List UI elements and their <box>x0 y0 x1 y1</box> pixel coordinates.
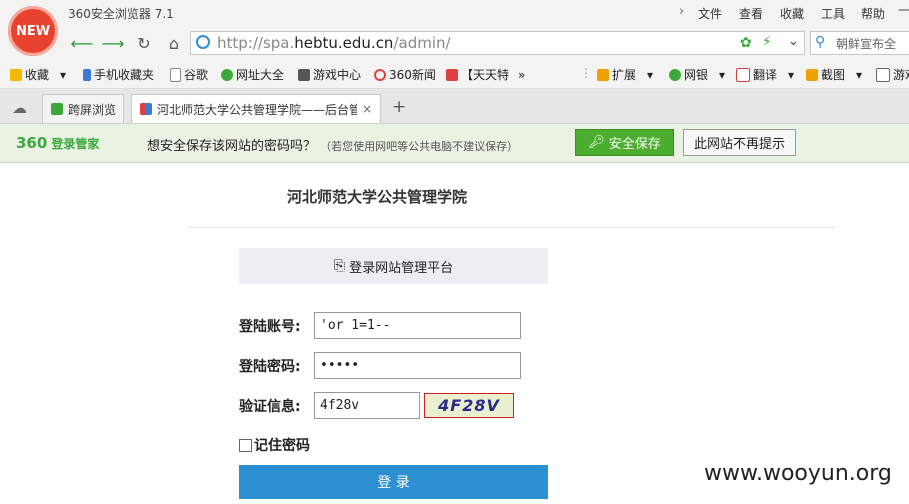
remember-password[interactable]: 记住密码 <box>239 435 310 455</box>
password-label: 登陆密码: <box>239 359 301 375</box>
tab-cross-screen[interactable]: 跨屏浏览 <box>42 94 124 123</box>
menu-view[interactable]: 查看 <box>739 5 763 22</box>
cross-screen-icon <box>51 103 63 115</box>
menu-favorites[interactable]: 收藏 <box>780 5 804 22</box>
phone-icon <box>83 68 91 81</box>
bookmark-translate[interactable]: 翻译 ▾ <box>736 66 794 83</box>
scissors-icon <box>806 68 818 81</box>
bookmark-favorites[interactable]: 收藏 ▾ <box>10 66 66 83</box>
site-icon <box>196 35 210 49</box>
login-icon: ⎘ <box>333 258 346 274</box>
site-favicon-icon <box>140 103 152 115</box>
account-input[interactable]: 'or 1=1-- <box>314 312 521 339</box>
tab-admin-login[interactable]: 河北师范大学公共管理学院——后台管 × <box>131 94 381 123</box>
app-title: 360安全浏览器 7.1 <box>68 7 174 21</box>
password-bar-question: 想安全保存该网站的密码吗？ （若您使用网吧等公共电脑不建议保存） <box>147 139 519 154</box>
bookmark-news[interactable]: 360新闻 <box>374 66 436 83</box>
captcha-input[interactable]: 4f28v <box>314 392 420 419</box>
news-icon <box>374 68 386 81</box>
platform-header: ⎘ 登录网站管理平台 <box>239 248 548 284</box>
remember-checkbox[interactable] <box>239 438 252 452</box>
password-bar-brand: 360 登录管家 <box>16 134 100 152</box>
chevron-down-icon[interactable]: ⌄ <box>788 34 799 49</box>
save-password-button[interactable]: 🔑︎ 安全保存 <box>575 129 674 156</box>
menu-tools[interactable]: 工具 <box>821 5 845 22</box>
captcha-label: 验证信息: <box>239 399 301 415</box>
search-input[interactable]: 朝鲜宣布全 <box>836 35 896 52</box>
back-icon[interactable]: ⟵ <box>70 31 94 55</box>
url-text[interactable]: http://spa.hebtu.edu.cn/admin/ <box>217 34 451 52</box>
security-icon[interactable]: ✿ <box>740 35 752 51</box>
account-label: 登陆账号: <box>239 319 301 335</box>
bookmark-bank[interactable]: 网银 ▾ <box>669 66 725 83</box>
home-icon[interactable]: ⌂ <box>162 31 186 55</box>
minimize-icon[interactable]: — <box>898 2 909 18</box>
watermark: www.wooyun.org <box>704 461 892 486</box>
menu-file[interactable]: 文件 <box>698 5 722 22</box>
bookmark-game2[interactable]: 游戏 <box>876 66 909 83</box>
browser-logo[interactable]: NEW <box>8 6 58 56</box>
tmall-icon <box>446 68 458 81</box>
captcha-image[interactable]: 4F28V <box>424 393 514 418</box>
bookmark-sites[interactable]: 网址大全 <box>221 66 284 83</box>
bookmark-google[interactable]: 谷歌 <box>170 66 208 83</box>
logo-text: NEW <box>15 23 51 39</box>
bookmark-games[interactable]: 游戏中心 <box>298 66 361 83</box>
menu-help[interactable]: 帮助 <box>861 5 885 22</box>
bookmark-mobile[interactable]: 手机收藏夹 <box>83 66 154 83</box>
login-button[interactable]: 登 录 <box>239 465 548 499</box>
chevron-right-icon[interactable]: › <box>679 4 684 19</box>
never-prompt-button[interactable]: 此网站不再提示 <box>683 129 796 156</box>
bookmark-screenshot[interactable]: 截图 ▾ <box>806 66 862 83</box>
cloud-icon[interactable]: ☁ <box>12 99 27 117</box>
controller-icon <box>876 67 890 82</box>
grid-icon <box>597 68 609 81</box>
new-tab-button[interactable]: + <box>392 97 406 117</box>
close-tab-icon[interactable]: × <box>362 102 372 116</box>
key-icon: 🔑︎ <box>588 135 605 150</box>
forward-icon[interactable]: ⟶ <box>101 31 125 55</box>
refresh-icon[interactable]: ↻ <box>132 31 156 55</box>
translate-icon <box>736 67 750 82</box>
page-title: 河北师范大学公共管理学院 <box>287 188 468 206</box>
divider <box>188 227 835 228</box>
plus-circle-icon <box>221 68 233 81</box>
bookmark-extensions[interactable]: 扩展 ▾ <box>597 66 653 83</box>
separator-icon: ⋮ <box>580 66 592 80</box>
shield-icon <box>669 68 681 81</box>
gamepad-icon <box>298 68 310 81</box>
search-icon[interactable]: ⚲ <box>815 34 825 50</box>
star-icon <box>10 68 22 81</box>
lightning-icon[interactable]: ⚡ <box>762 34 772 50</box>
password-input[interactable]: ••••• <box>314 352 521 379</box>
bookmark-tiantian[interactable]: 【天天特» <box>446 66 525 83</box>
page-icon <box>170 67 181 82</box>
